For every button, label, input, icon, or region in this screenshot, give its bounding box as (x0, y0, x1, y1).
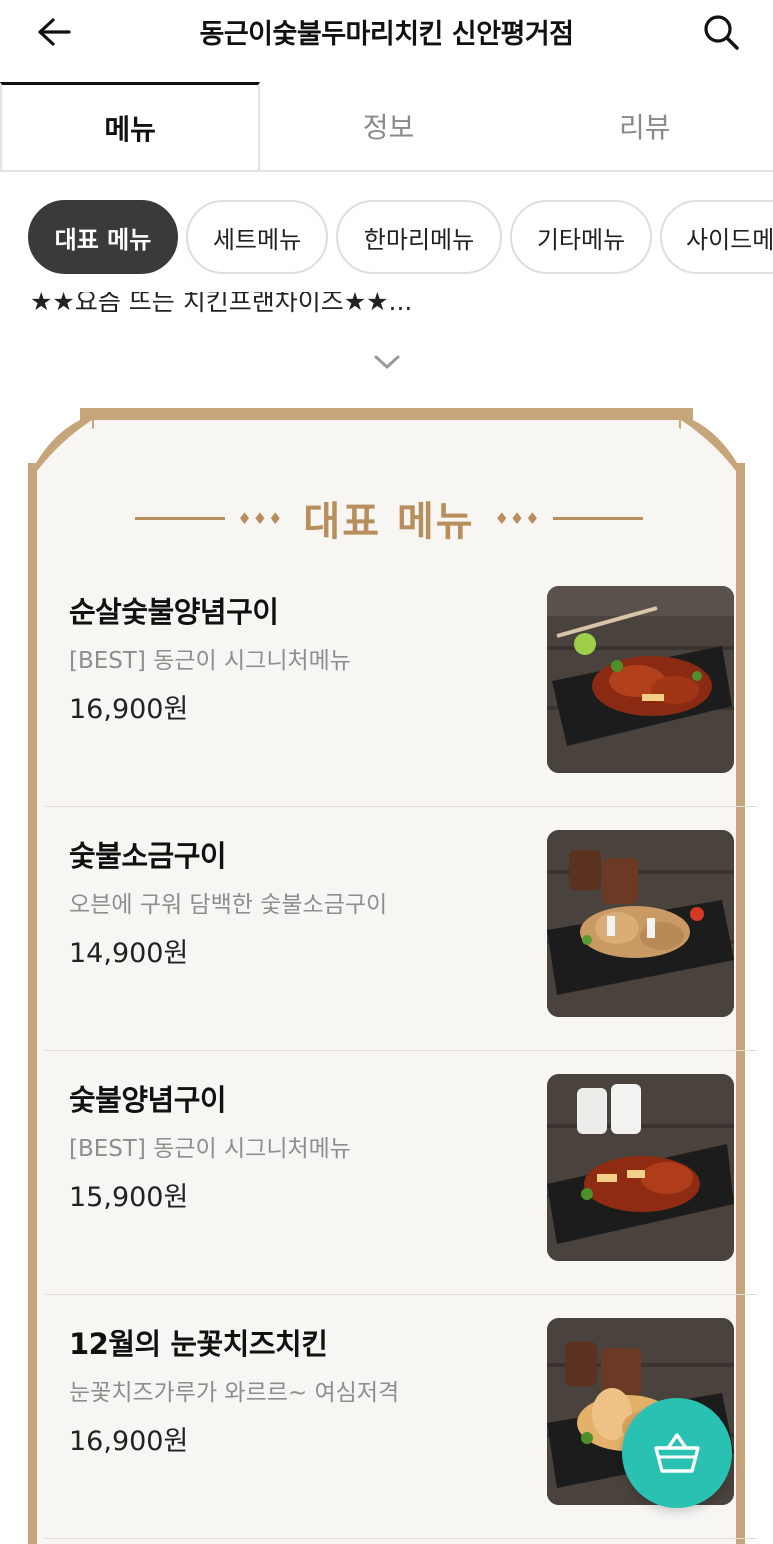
store-notice: ★★요즘 뜨는 치킨프랜차이즈★★... (30, 292, 750, 328)
tab-info[interactable]: 정보 (260, 82, 516, 170)
board-title-text: 대표 메뉴 (303, 499, 475, 545)
menu-item-name: 12월의 눈꽃치즈치킨 (69, 1327, 328, 1361)
menu-item-name: 숯불양념구이 (69, 1083, 227, 1117)
board-corner-right (679, 408, 745, 483)
menu-item-name: 숯불소금구이 (69, 839, 227, 873)
store-tabs: 메뉴 정보 리뷰 (0, 82, 773, 172)
sauce-chicken-image (547, 1074, 734, 1261)
spicy-chicken-image (547, 586, 734, 773)
store-title: 동근이숯불두마리치킨 신안평거점 (199, 19, 575, 50)
menu-item-desc: [BEST] 동근이 시그니처메뉴 (69, 648, 351, 674)
menu-item-price: 16,900원 (69, 694, 189, 725)
cart-button[interactable] (622, 1398, 732, 1508)
basket-icon (654, 1433, 700, 1473)
menu-item-name: 순살숯불양념구이 (69, 595, 279, 629)
title-deco-right: ♦♦♦ (494, 508, 541, 528)
board-top-border (80, 408, 693, 420)
app-header: 동근이숯불두마리치킨 신안평거점 (0, 0, 773, 64)
menu-item-desc: 눈꽃치즈가루가 와르르~ 여심저격 (69, 1380, 400, 1406)
chip-side-menu[interactable]: 사이드메뉴 (660, 200, 773, 274)
search-button[interactable] (700, 12, 742, 52)
expand-notice-button[interactable] (372, 350, 402, 374)
chip-set-menu[interactable]: 세트메뉴 (186, 200, 328, 274)
menu-item-price: 14,900원 (69, 938, 189, 969)
menu-item[interactable]: 순살숯불양념구이 [BEST] 동근이 시그니처메뉴 16,900원 (45, 563, 757, 807)
title-line-right (552, 516, 643, 520)
board-top-fill (80, 420, 693, 470)
board-title: ♦♦♦ 대표 메뉴 ♦♦♦ (129, 483, 649, 553)
signature-menu-board: ♦♦♦ 대표 메뉴 ♦♦♦ 순살숯불양념구이 [BEST] 동근이 시그니처메뉴… (14, 403, 759, 1544)
menu-item-desc: [BEST] 동근이 시그니처메뉴 (69, 1136, 351, 1162)
menu-item-price: 15,900원 (69, 1182, 189, 1213)
tab-menu[interactable]: 메뉴 (0, 82, 261, 170)
notice-text: ★★요즘 뜨는 치킨프랜차이즈★★... (30, 292, 413, 316)
chip-signature-menu[interactable]: 대표 메뉴 (28, 200, 178, 274)
board-corner-left (28, 408, 94, 483)
salt-chicken-image (547, 830, 734, 1017)
chip-single-menu[interactable]: 한마리메뉴 (336, 200, 502, 274)
menu-item[interactable]: 숯불양념구이 [BEST] 동근이 시그니처메뉴 15,900원 (45, 1051, 757, 1295)
tab-reviews[interactable]: 리뷰 (517, 82, 773, 170)
chevron-down-icon (374, 355, 400, 369)
category-chips: 대표 메뉴 세트메뉴 한마리메뉴 기타메뉴 사이드메뉴 (0, 200, 773, 276)
menu-item-desc: 오븐에 구워 담백한 숯불소금구이 (69, 892, 388, 918)
title-deco-left: ♦♦♦ (237, 508, 284, 528)
title-line-left (135, 516, 226, 520)
search-icon (704, 15, 739, 50)
menu-item[interactable]: 숯불소금구이 오븐에 구워 담백한 숯불소금구이 14,900원 (45, 807, 757, 1051)
menu-item-price: 16,900원 (69, 1426, 189, 1457)
chip-other-menu[interactable]: 기타메뉴 (510, 200, 652, 274)
